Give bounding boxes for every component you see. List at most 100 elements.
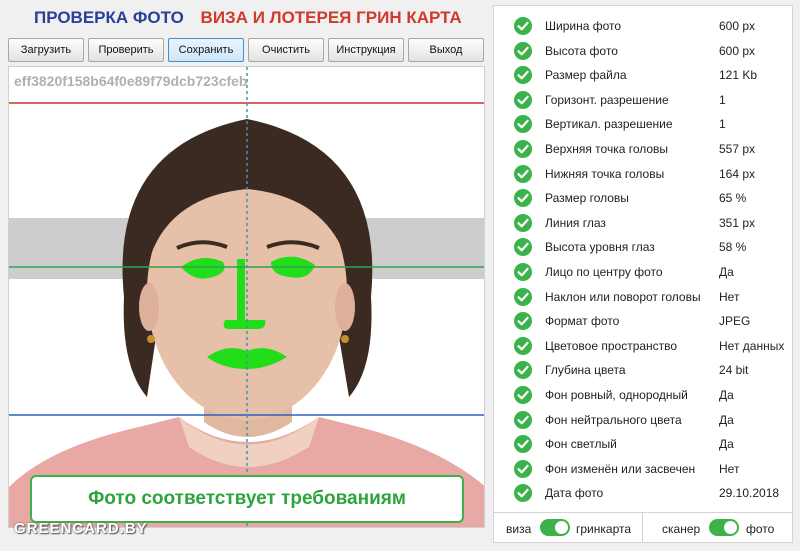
check-ok-icon xyxy=(514,312,532,331)
save-button[interactable]: Сохранить xyxy=(168,38,244,62)
check-ok-icon xyxy=(514,386,532,404)
file-name: eff3820f158b64f0e89f79dcb723cfeb xyxy=(14,73,248,89)
check-row: Глубина цвета 24 bit xyxy=(494,358,792,382)
check-value: 24 bit xyxy=(719,363,749,378)
check-value: 58 % xyxy=(719,240,747,255)
check-row: Цветовое пространство Нет данных xyxy=(494,334,792,358)
scanner-photo-toggle[interactable] xyxy=(709,519,739,536)
check-label: Фон ровный, однородный xyxy=(545,388,688,402)
portrait-photo xyxy=(9,67,484,527)
check-ok-icon xyxy=(514,459,532,478)
check-value: 600 px xyxy=(719,19,756,33)
check-value: 164 px xyxy=(719,166,756,181)
check-row: Наклон или поворот головы Нет xyxy=(494,285,792,309)
check-button[interactable]: Проверить xyxy=(88,38,164,62)
check-label: Ширина фото xyxy=(545,19,622,33)
check-label: Фон нейтрального цвета xyxy=(545,412,682,427)
check-label: Горизонт. разрешение xyxy=(545,92,669,107)
check-label: Высота фото xyxy=(545,43,618,58)
check-ok-icon xyxy=(514,41,532,60)
check-label: Фон изменён или засвечен xyxy=(545,461,696,476)
check-label: Цветовое пространство xyxy=(545,338,678,353)
check-ok-icon xyxy=(514,213,532,232)
check-value: 1 xyxy=(719,117,726,132)
check-ok-icon xyxy=(514,361,532,380)
check-value: Да xyxy=(719,412,734,427)
title-visa-lottery: ВИЗА И ЛОТЕРЕЯ ГРИН КАРТА xyxy=(200,8,462,27)
check-ok-icon xyxy=(514,115,532,134)
check-label: Лицо по центру фото xyxy=(545,265,663,279)
check-label: Размер файла xyxy=(545,68,627,83)
check-row: Размер файла 121 Kb xyxy=(494,63,792,87)
check-label: Размер головы xyxy=(545,191,629,206)
title-photo-check: ПРОВЕРКА ФОТО xyxy=(34,8,184,27)
check-value: 65 % xyxy=(719,191,747,206)
check-row: Формат фото JPEG xyxy=(494,309,792,333)
check-row: Размер головы 65 % xyxy=(494,186,792,210)
check-ok-icon xyxy=(514,238,532,257)
check-row: Фон светлый Да xyxy=(494,432,792,456)
check-value: Да xyxy=(719,437,734,452)
check-ok-icon xyxy=(514,435,532,454)
check-value: Да xyxy=(719,388,734,402)
check-row: Горизонт. разрешение 1 xyxy=(494,88,792,112)
check-value: JPEG xyxy=(719,314,751,329)
check-row: Фон нейтрального цвета Да xyxy=(494,408,792,432)
check-value: 1 xyxy=(719,92,726,107)
toggle-knob xyxy=(555,521,568,534)
check-value: 29.10.2018 xyxy=(719,486,780,501)
instruction-button[interactable]: Инструкция xyxy=(328,38,404,62)
check-label: Линия глаз xyxy=(545,215,606,230)
check-ok-icon xyxy=(514,287,532,306)
check-row: Высота фото 600 px xyxy=(494,39,792,63)
toggle-divider xyxy=(642,513,643,543)
check-ok-icon xyxy=(514,263,532,281)
photo-panel: eff3820f158b64f0e89f79dcb723cfeb xyxy=(8,66,485,528)
check-value: Нет данных xyxy=(719,338,785,353)
site-watermark: GREENCARD.BY xyxy=(14,520,148,537)
toggle-knob xyxy=(724,521,737,534)
check-value: 557 px xyxy=(719,142,756,156)
check-row: Вертикал. разрешение 1 xyxy=(494,112,792,136)
clear-button[interactable]: Очистить xyxy=(248,38,324,62)
check-ok-icon xyxy=(514,484,532,503)
check-ok-icon xyxy=(514,410,532,429)
check-row: Фон ровный, однородный Да xyxy=(494,383,792,407)
check-ok-icon xyxy=(514,90,532,109)
check-label: Формат фото xyxy=(545,314,620,329)
check-label: Высота уровня глаз xyxy=(545,240,655,255)
check-value: 121 Kb xyxy=(719,68,758,83)
check-results-panel: Ширина фото 600 px Высота фото 600 px Размер… xyxy=(493,5,793,543)
check-value: Нет xyxy=(719,289,740,304)
check-ok-icon xyxy=(514,189,532,208)
check-row: Высота уровня глаз 58 % xyxy=(494,235,792,259)
check-row: Нижняя точка головы 164 px xyxy=(494,162,792,186)
check-row: Фон изменён или засвечен Нет xyxy=(494,457,792,481)
check-label: Глубина цвета xyxy=(545,363,626,378)
toggle-scanner-label: сканер xyxy=(662,522,701,536)
check-row: Ширина фото 600 px xyxy=(494,14,792,38)
toggle-photo-label: фото xyxy=(746,522,775,536)
panel-divider xyxy=(494,512,792,513)
check-value: 600 px xyxy=(719,43,756,58)
load-button[interactable]: Загрузить xyxy=(8,38,84,62)
check-ok-icon xyxy=(514,336,532,355)
check-label: Фон светлый xyxy=(545,437,617,452)
check-row: Дата фото 29.10.2018 xyxy=(494,481,792,505)
check-value: Нет xyxy=(719,461,740,476)
check-ok-icon xyxy=(514,17,532,35)
check-ok-icon xyxy=(514,164,532,183)
check-label: Дата фото xyxy=(545,486,604,501)
check-ok-icon xyxy=(514,66,532,85)
check-value: Да xyxy=(719,265,734,279)
check-value: 351 px xyxy=(719,215,756,230)
check-row: Верхняя точка головы 557 px xyxy=(494,137,792,161)
visa-greencard-toggle[interactable] xyxy=(540,519,570,536)
verdict-banner: Фото соответствует требованиям xyxy=(30,475,464,523)
exit-button[interactable]: Выход xyxy=(408,38,484,62)
check-label: Наклон или поворот головы xyxy=(545,289,701,304)
toggle-visa-label: виза xyxy=(506,522,532,536)
toggle-greencard-label: гринкарта xyxy=(576,522,632,536)
check-row: Лицо по центру фото Да xyxy=(494,260,792,284)
app-title: ПРОВЕРКА ФОТО ВИЗА И ЛОТЕРЕЯ ГРИН КАРТА xyxy=(34,8,462,28)
